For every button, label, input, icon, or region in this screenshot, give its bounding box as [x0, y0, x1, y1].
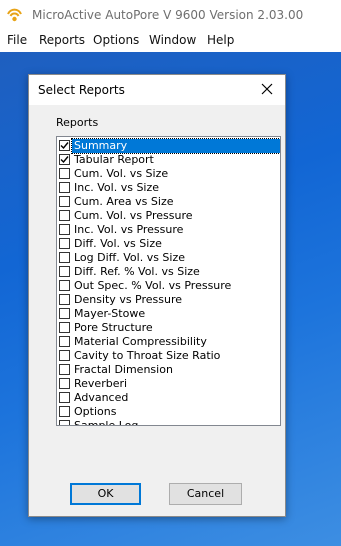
report-item-label: Summary — [71, 138, 280, 154]
report-item[interactable]: Material Compressibility — [57, 335, 280, 349]
unchecked-checkbox[interactable] — [59, 336, 70, 347]
report-item-label: Pore Structure — [74, 321, 153, 334]
report-item-label: Diff. Vol. vs Size — [74, 237, 162, 250]
unchecked-checkbox[interactable] — [59, 364, 70, 375]
ok-button[interactable]: OK — [70, 483, 141, 505]
unchecked-checkbox[interactable] — [59, 182, 70, 193]
report-item[interactable]: Options — [57, 405, 280, 419]
report-item-label: Fractal Dimension — [74, 363, 173, 376]
checkmark-icon — [60, 156, 69, 164]
report-item-label: Sample Log — [74, 419, 139, 426]
report-item[interactable]: Reverberi — [57, 377, 280, 391]
report-item-label: Options — [74, 405, 117, 418]
report-item[interactable]: Pore Structure — [57, 321, 280, 335]
report-item[interactable]: Sample Log — [57, 419, 280, 426]
report-item-label: Cum. Vol. vs Size — [74, 167, 169, 180]
report-item-label: Tabular Report — [74, 153, 154, 166]
dialog-title: Select Reports — [38, 83, 125, 97]
autopore-app-icon — [6, 7, 23, 24]
unchecked-checkbox[interactable] — [59, 168, 70, 179]
unchecked-checkbox[interactable] — [59, 238, 70, 249]
report-item-label: Log Diff. Vol. vs Size — [74, 251, 186, 264]
unchecked-checkbox[interactable] — [59, 280, 70, 291]
report-item[interactable]: Inc. Vol. vs Size — [57, 181, 280, 195]
unchecked-checkbox[interactable] — [59, 308, 70, 319]
menu-help[interactable]: Help — [207, 33, 234, 47]
report-item-label: Mayer-Stowe — [74, 307, 146, 320]
reports-checklist[interactable]: Summary Tabular Report Cum. Vol. vs Size In… — [56, 136, 281, 426]
unchecked-checkbox[interactable] — [59, 350, 70, 361]
report-item[interactable]: Fractal Dimension — [57, 363, 280, 377]
menu-options[interactable]: Options — [93, 33, 139, 47]
checked-checkbox[interactable] — [59, 140, 70, 151]
report-item-label: Cavity to Throat Size Ratio — [74, 349, 221, 362]
close-icon[interactable] — [259, 81, 275, 97]
report-item-label: Density vs Pressure — [74, 293, 183, 306]
unchecked-checkbox[interactable] — [59, 252, 70, 263]
unchecked-checkbox[interactable] — [59, 196, 70, 207]
report-item-label: Cum. Vol. vs Pressure — [74, 209, 193, 222]
checked-checkbox[interactable] — [59, 154, 70, 165]
unchecked-checkbox[interactable] — [59, 210, 70, 221]
report-item-label: Out Spec. % Vol. vs Pressure — [74, 279, 232, 292]
report-item[interactable]: Cum. Area vs Size — [57, 195, 280, 209]
unchecked-checkbox[interactable] — [59, 378, 70, 389]
unchecked-checkbox[interactable] — [59, 420, 70, 425]
menu-file[interactable]: File — [7, 33, 27, 47]
report-item[interactable]: Cum. Vol. vs Pressure — [57, 209, 280, 223]
app-title: MicroActive AutoPore V 9600 Version 2.03… — [32, 8, 304, 22]
app-titlebar: MicroActive AutoPore V 9600 Version 2.03… — [0, 0, 341, 30]
report-item-label: Reverberi — [74, 377, 128, 390]
unchecked-checkbox[interactable] — [59, 392, 70, 403]
report-item-label: Material Compressibility — [74, 335, 207, 348]
unchecked-checkbox[interactable] — [59, 266, 70, 277]
report-item-label: Cum. Area vs Size — [74, 195, 174, 208]
checkmark-icon — [60, 142, 69, 150]
report-item[interactable]: Out Spec. % Vol. vs Pressure — [57, 279, 280, 293]
report-item-label: Inc. Vol. vs Pressure — [74, 223, 184, 236]
report-item[interactable]: Diff. Ref. % Vol. vs Size — [57, 265, 280, 279]
report-item[interactable]: Tabular Report — [57, 153, 280, 167]
report-item-label: Diff. Ref. % Vol. vs Size — [74, 265, 200, 278]
report-item[interactable]: Cavity to Throat Size Ratio — [57, 349, 280, 363]
unchecked-checkbox[interactable] — [59, 406, 70, 417]
menu-window[interactable]: Window — [149, 33, 196, 47]
report-item[interactable]: Diff. Vol. vs Size — [57, 237, 280, 251]
report-item[interactable]: Cum. Vol. vs Size — [57, 167, 280, 181]
report-item[interactable]: Log Diff. Vol. vs Size — [57, 251, 280, 265]
menu-reports[interactable]: Reports — [39, 33, 85, 47]
unchecked-checkbox[interactable] — [59, 294, 70, 305]
cancel-button[interactable]: Cancel — [169, 483, 242, 505]
report-item[interactable]: Inc. Vol. vs Pressure — [57, 223, 280, 237]
report-item[interactable]: Advanced — [57, 391, 280, 405]
report-item[interactable]: Mayer-Stowe — [57, 307, 280, 321]
report-item[interactable]: Density vs Pressure — [57, 293, 280, 307]
report-item[interactable]: Summary — [57, 138, 280, 154]
menubar: File Reports Options Window Help — [0, 30, 341, 52]
report-item-label: Advanced — [74, 391, 129, 404]
unchecked-checkbox[interactable] — [59, 322, 70, 333]
dialog-titlebar: Select Reports — [29, 75, 285, 105]
report-item-label: Inc. Vol. vs Size — [74, 181, 160, 194]
unchecked-checkbox[interactable] — [59, 224, 70, 235]
reports-group-label: Reports — [56, 116, 99, 129]
select-reports-dialog: Select Reports Reports Summary Tabular Re… — [28, 74, 286, 517]
